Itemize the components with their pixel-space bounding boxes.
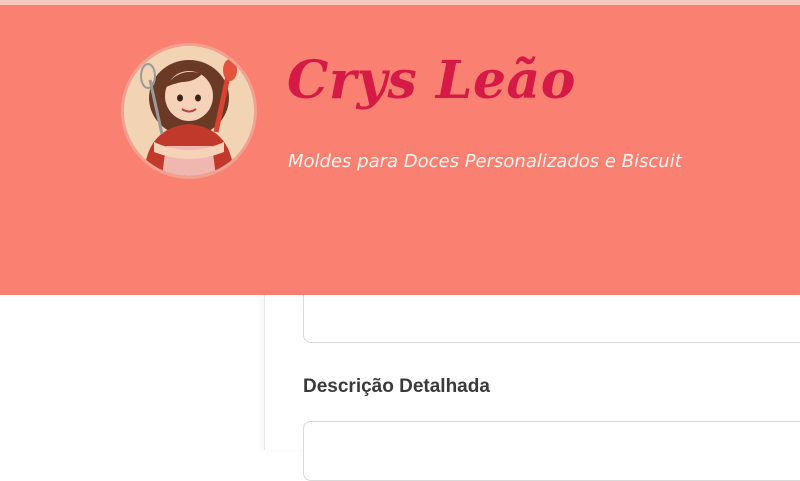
chef-avatar-icon: [124, 46, 254, 176]
description-textarea[interactable]: [303, 421, 800, 481]
description-label: Descrição Detalhada: [303, 376, 490, 397]
avatar[interactable]: [121, 43, 257, 179]
previous-input-field[interactable]: [303, 295, 800, 343]
brand-title[interactable]: Crys Leão: [287, 55, 576, 107]
brand-subtitle: Moldes para Doces Personalizados e Biscu…: [288, 151, 682, 172]
site-header: Crys Leão Moldes para Doces Personalizad…: [0, 5, 800, 295]
